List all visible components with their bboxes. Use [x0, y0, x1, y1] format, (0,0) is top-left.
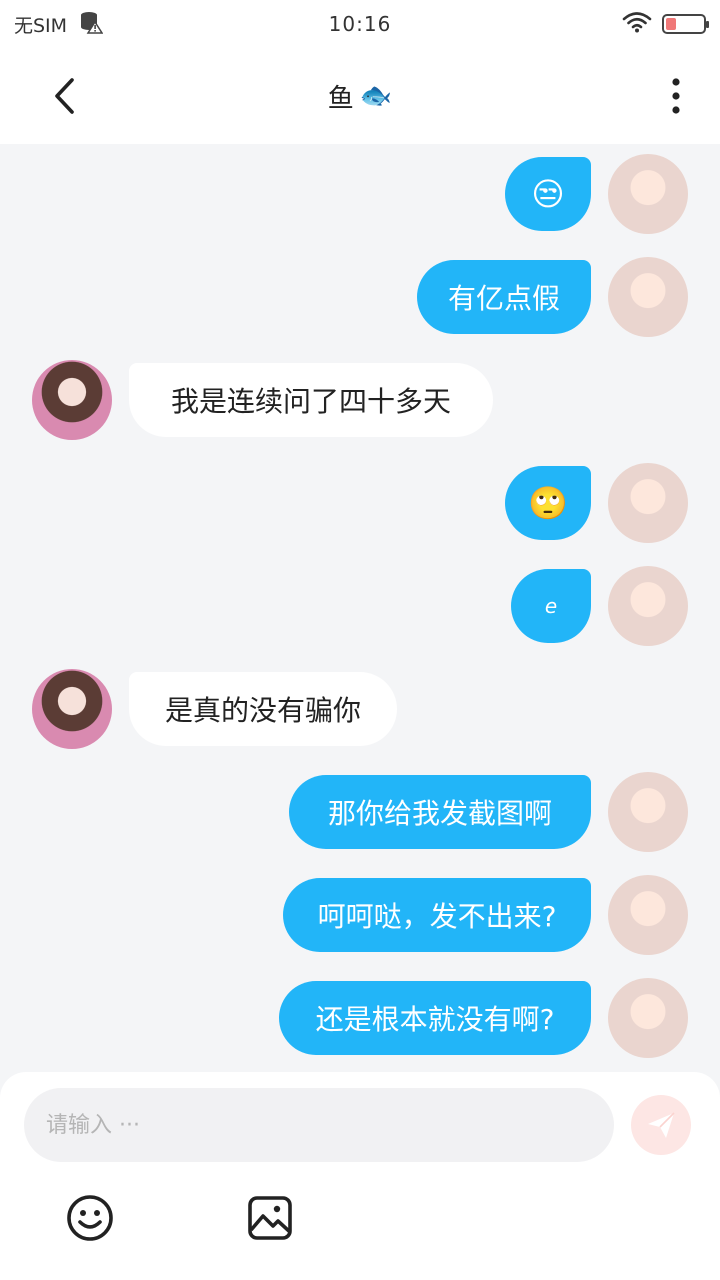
more-options-button[interactable]	[656, 74, 696, 118]
battery-icon	[662, 14, 709, 34]
contact-avatar[interactable]	[32, 360, 112, 440]
message-text: 是真的没有骗你	[164, 694, 361, 727]
message-bubble[interactable]: e	[511, 569, 591, 643]
my-avatar[interactable]	[608, 772, 688, 852]
status-bar: 无SIM 10:16	[0, 0, 720, 48]
status-time: 10:16	[328, 12, 392, 36]
my-avatar[interactable]	[608, 154, 688, 234]
message-text: 😒	[531, 175, 565, 213]
message-input[interactable]	[24, 1088, 614, 1162]
fish-emoji: 🐟	[359, 81, 393, 111]
message-bubble[interactable]: 有亿点假	[417, 260, 591, 334]
message-row: 有亿点假	[0, 257, 720, 337]
send-button[interactable]	[631, 1095, 691, 1155]
message-list[interactable]: 😒 有亿点假 我是连续问了四十多天 🙄 e 是真的没有骗你 那你给我发截图啊 呵…	[0, 144, 720, 1074]
my-avatar[interactable]	[608, 875, 688, 955]
contact-avatar[interactable]	[32, 669, 112, 749]
message-bubble[interactable]: 😒	[505, 157, 591, 231]
my-avatar[interactable]	[608, 257, 688, 337]
message-row: 我是连续问了四十多天	[0, 360, 720, 440]
message-row: 还是根本就没有啊?	[0, 978, 720, 1058]
message-bubble[interactable]: 还是根本就没有啊?	[279, 981, 591, 1055]
message-bubble[interactable]: 我是连续问了四十多天	[129, 363, 493, 437]
contact-name: 鱼	[327, 83, 354, 114]
chat-title: 鱼 🐟	[328, 78, 392, 115]
battery-level	[666, 18, 677, 30]
smiley-icon	[67, 1195, 113, 1241]
message-row: 呵呵哒，发不出来?	[0, 875, 720, 955]
message-bubble[interactable]: 那你给我发截图啊	[289, 775, 591, 849]
message-bubble[interactable]: 呵呵哒，发不出来?	[283, 878, 591, 952]
message-row: 😒	[0, 154, 720, 234]
chevron-left-icon	[55, 78, 74, 114]
emoji-button[interactable]	[66, 1194, 114, 1242]
message-row: 是真的没有骗你	[0, 669, 720, 749]
message-text: e	[544, 594, 558, 618]
send-icon	[648, 1112, 675, 1138]
my-avatar[interactable]	[608, 463, 688, 543]
message-text: 呵呵哒，发不出来?	[317, 900, 557, 933]
message-text: 那你给我发截图啊	[327, 797, 552, 830]
message-row: 那你给我发截图啊	[0, 772, 720, 852]
image-button[interactable]	[246, 1194, 294, 1242]
image-icon	[248, 1196, 292, 1240]
my-avatar[interactable]	[608, 566, 688, 646]
message-text: 🙄	[528, 484, 568, 522]
message-bubble[interactable]: 🙄	[505, 466, 591, 540]
message-text: 有亿点假	[447, 282, 560, 315]
my-avatar[interactable]	[608, 978, 688, 1058]
message-row: e	[0, 566, 720, 646]
composer	[0, 1072, 720, 1280]
chat-header: 鱼 🐟	[0, 48, 720, 144]
more-vertical-icon	[672, 78, 680, 114]
message-bubble[interactable]: 是真的没有骗你	[129, 672, 397, 746]
message-text: 我是连续问了四十多天	[170, 385, 451, 418]
back-button[interactable]	[44, 74, 88, 118]
message-row: 🙄	[0, 463, 720, 543]
message-text: 还是根本就没有啊?	[315, 1003, 555, 1036]
